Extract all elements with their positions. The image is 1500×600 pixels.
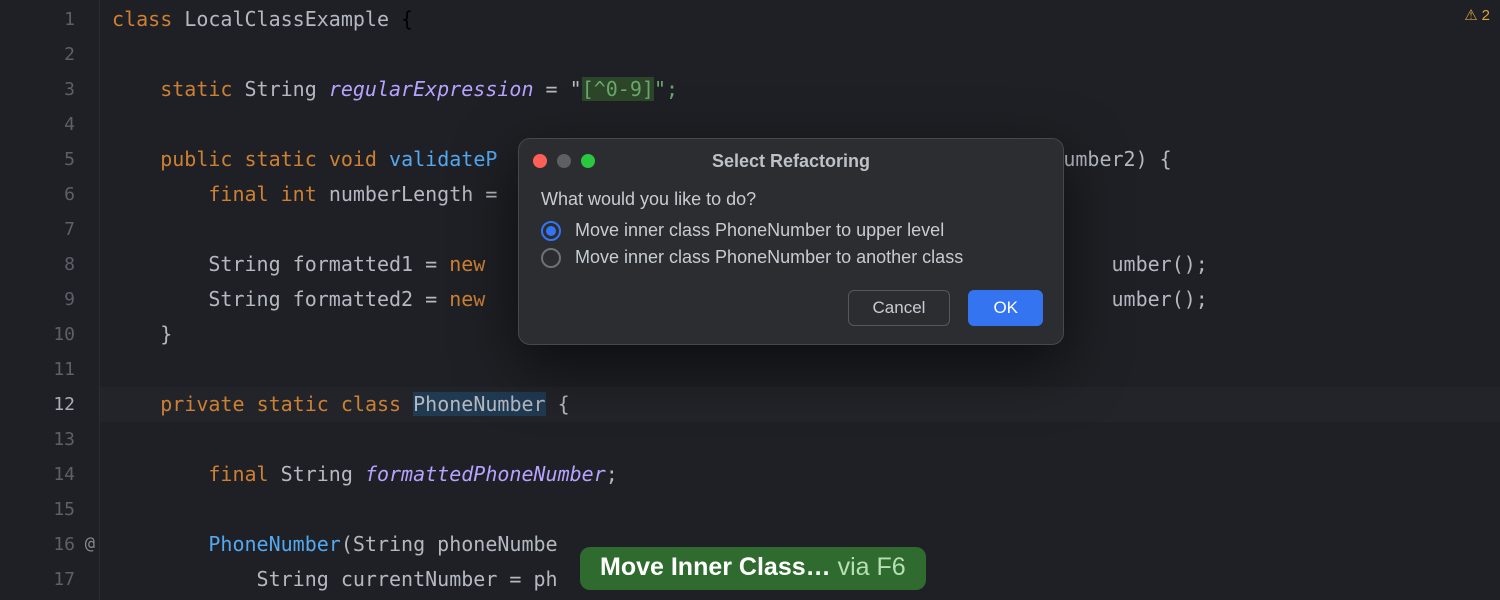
line-number: 1	[0, 2, 99, 37]
radio-label: Move inner class PhoneNumber to upper le…	[575, 220, 944, 241]
minimize-icon	[557, 154, 571, 168]
line-number: 17	[0, 562, 99, 597]
line-number: 3	[0, 72, 99, 107]
line-number: 7	[0, 212, 99, 247]
line-number: 14	[0, 457, 99, 492]
line-number: 8	[0, 247, 99, 282]
tip-action: Move Inner Class…	[600, 553, 831, 581]
line-number: 6	[0, 177, 99, 212]
tip-bubble: Move Inner Class… via F6	[580, 547, 926, 590]
radio-label: Move inner class PhoneNumber to another …	[575, 247, 963, 268]
line-gutter: 1 2 3 4 5 6 7 8 9 10 11 12 13 14 15 16@ …	[0, 0, 100, 600]
dialog-titlebar[interactable]: Select Refactoring	[519, 139, 1063, 183]
radio-icon	[541, 221, 561, 241]
dialog-body: What would you like to do? Move inner cl…	[519, 183, 1063, 282]
radio-move-another[interactable]: Move inner class PhoneNumber to another …	[541, 247, 1041, 268]
line-number: 12	[0, 387, 99, 422]
code-line	[100, 422, 1500, 457]
dialog-buttons: Cancel OK	[519, 282, 1063, 344]
window-controls	[533, 154, 595, 168]
code-line: final String formattedPhoneNumber;	[100, 457, 1500, 492]
dialog-question: What would you like to do?	[541, 189, 1041, 210]
line-number: 2	[0, 37, 99, 72]
radio-move-upper[interactable]: Move inner class PhoneNumber to upper le…	[541, 220, 1041, 241]
tip-shortcut: via F6	[831, 553, 906, 581]
line-number: 13	[0, 422, 99, 457]
radio-icon	[541, 248, 561, 268]
override-icon[interactable]: @	[85, 527, 95, 562]
close-icon[interactable]	[533, 154, 547, 168]
warning-count: 2	[1482, 7, 1490, 24]
line-number: 4	[0, 107, 99, 142]
line-number: 10	[0, 317, 99, 352]
code-line	[100, 352, 1500, 387]
line-number: 9	[0, 282, 99, 317]
warning-badge[interactable]: ⚠ 2	[1464, 6, 1490, 24]
dialog-title: Select Refactoring	[519, 151, 1063, 172]
line-number: 11	[0, 352, 99, 387]
code-line: static String regularExpression = "[^0-9…	[100, 72, 1500, 107]
code-line	[100, 107, 1500, 142]
line-number: 15	[0, 492, 99, 527]
line-number: 16@	[0, 527, 99, 562]
code-line	[100, 492, 1500, 527]
ok-button[interactable]: OK	[968, 290, 1043, 326]
cancel-button[interactable]: Cancel	[848, 290, 951, 326]
code-line: private static class PhoneNumber {	[100, 387, 1500, 422]
code-line: class LocalClassExample {	[100, 2, 1500, 37]
line-number: 5	[0, 142, 99, 177]
zoom-icon[interactable]	[581, 154, 595, 168]
refactoring-dialog: Select Refactoring What would you like t…	[518, 138, 1064, 345]
warning-icon: ⚠	[1464, 6, 1477, 24]
code-line	[100, 37, 1500, 72]
